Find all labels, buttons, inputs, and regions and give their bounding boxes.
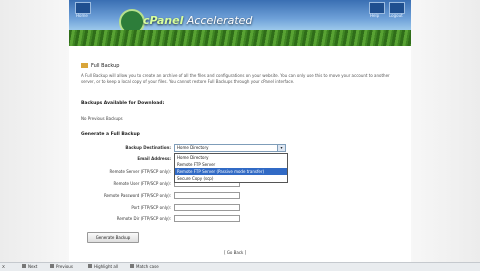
remote-user-label: Remote User (FTP/SCP only):	[113, 181, 171, 186]
destination-select[interactable]: Home Directory ▾	[174, 144, 286, 152]
arrow-up-icon	[50, 264, 54, 268]
grass-decoration	[69, 30, 411, 46]
go-back-link[interactable]: [ Go Back ]	[224, 250, 246, 255]
chevron-down-icon[interactable]: ▾	[277, 145, 285, 151]
generate-backup-button[interactable]: Generate Backup	[87, 232, 139, 243]
option-home-directory[interactable]: Home Directory	[175, 154, 287, 161]
remote-dir-input[interactable]	[174, 215, 240, 222]
cpanel-logo-text: cPanel Accelerated	[143, 14, 252, 27]
help-label[interactable]: Help	[370, 13, 379, 18]
email-label: Email Address:	[137, 156, 171, 161]
remote-password-label: Remote Password (FTP/SCP only):	[103, 193, 171, 198]
destination-dropdown: Home Directory Remote FTP Server Remote …	[174, 153, 288, 183]
page-title: Full Backup	[81, 63, 119, 69]
remote-password-input[interactable]	[174, 192, 240, 199]
highlight-all-label: Highlight all	[94, 264, 119, 269]
find-previous-label: Previous	[56, 264, 73, 269]
remote-dir-label: Remote Dir (FTP/SCP only):	[116, 216, 171, 221]
logo-text-accelerated: Accelerated	[186, 14, 253, 27]
home-label[interactable]: Home	[76, 13, 88, 18]
generate-heading: Generate a Full Backup	[81, 132, 140, 137]
highlight-icon	[88, 264, 92, 268]
destination-value: Home Directory	[177, 145, 209, 150]
find-next-label: Next	[28, 264, 38, 269]
checkbox-icon	[130, 264, 134, 268]
right-margin	[411, 0, 480, 262]
match-case-label: Match case	[136, 264, 159, 269]
no-previous-text: No Previous Backups	[81, 116, 123, 121]
option-remote-ftp[interactable]: Remote FTP Server	[175, 161, 287, 168]
arrow-down-icon	[22, 264, 26, 268]
port-label: Port (FTP/SCP only):	[131, 205, 171, 210]
browser-page: Home Help Logout cPanel Accelerated Full…	[0, 0, 480, 271]
intro-text: A Full Backup will allow you to create a…	[81, 73, 390, 84]
logout-label[interactable]: Logout	[389, 13, 403, 18]
logo-text-cpanel: cPanel	[143, 14, 184, 27]
option-remote-ftp-passive[interactable]: Remote FTP Server (Passive mode transfer…	[175, 168, 287, 175]
available-heading: Backups Available for Download:	[81, 101, 165, 106]
backup-icon	[81, 63, 88, 68]
port-input[interactable]	[174, 204, 240, 211]
cpanel-header-banner: Home Help Logout cPanel Accelerated	[69, 0, 411, 46]
left-margin	[0, 0, 69, 262]
remote-server-label: Remote Server (FTP/SCP only):	[109, 169, 171, 174]
destination-label: Backup Destination:	[125, 145, 171, 150]
page-title-text: Full Backup	[91, 63, 120, 69]
option-scp[interactable]: Secure Copy (scp)	[175, 175, 287, 182]
main-content: Full Backup A Full Backup will allow you…	[69, 46, 411, 262]
